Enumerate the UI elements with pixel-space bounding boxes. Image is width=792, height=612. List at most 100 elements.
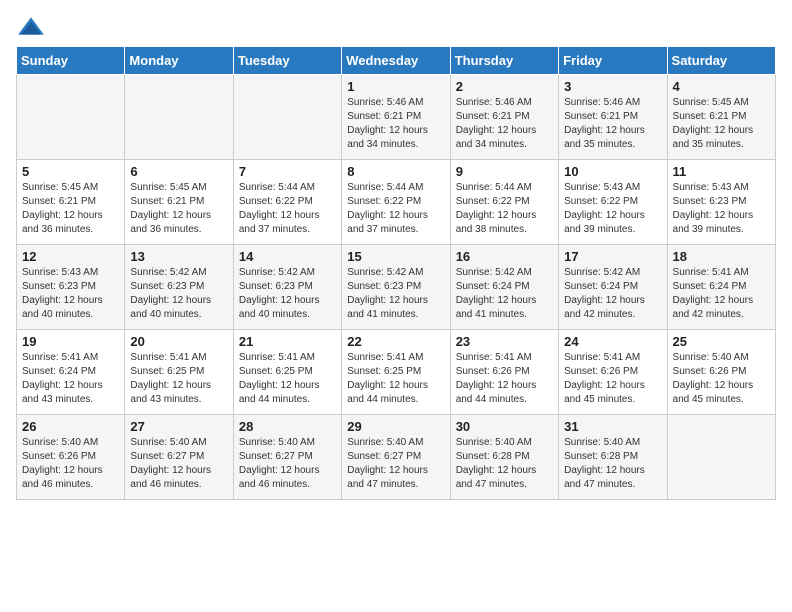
day-number: 3 (564, 79, 661, 94)
calendar-cell: 28 Sunrise: 5:40 AM Sunset: 6:27 PM Dayli… (233, 415, 341, 500)
calendar-cell: 9 Sunrise: 5:44 AM Sunset: 6:22 PM Daylig… (450, 160, 558, 245)
day-info: Sunrise: 5:46 AM Sunset: 6:21 PM Dayligh… (564, 96, 661, 152)
day-info: Sunrise: 5:43 AM Sunset: 6:23 PM Dayligh… (22, 266, 119, 322)
calendar-week-2: 5 Sunrise: 5:45 AM Sunset: 6:21 PM Daylig… (17, 160, 776, 245)
logo-icon (16, 16, 46, 36)
day-info: Sunrise: 5:42 AM Sunset: 6:24 PM Dayligh… (564, 266, 661, 322)
calendar-cell: 8Sunrise: 5:44 AM Sunset: 6:22 PM Daylig… (342, 160, 450, 245)
column-header-saturday: Saturday (667, 47, 775, 75)
day-info: Sunrise: 5:40 AM Sunset: 6:27 PM Dayligh… (239, 436, 336, 492)
calendar-week-4: 19 Sunrise: 5:41 AM Sunset: 6:24 PM Dayli… (17, 330, 776, 415)
calendar-week-5: 26 Sunrise: 5:40 AM Sunset: 6:26 PM Dayli… (17, 415, 776, 500)
calendar-cell: 12 Sunrise: 5:43 AM Sunset: 6:23 PM Dayli… (17, 245, 125, 330)
day-info: Sunrise: 5:44 AM Sunset: 6:22 PM Dayligh… (456, 181, 553, 237)
calendar-cell (667, 415, 775, 500)
calendar-cell: 25Sunrise: 5:40 AM Sunset: 6:26 PM Dayli… (667, 330, 775, 415)
calendar-cell: 6 Sunrise: 5:45 AM Sunset: 6:21 PM Daylig… (125, 160, 233, 245)
day-number: 17 (564, 249, 661, 264)
day-number: 1 (347, 79, 444, 94)
calendar-cell: 15 Sunrise: 5:42 AM Sunset: 6:23 PM Dayli… (342, 245, 450, 330)
day-number: 16 (456, 249, 553, 264)
calendar-cell: 16Sunrise: 5:42 AM Sunset: 6:24 PM Dayli… (450, 245, 558, 330)
calendar-cell: 11 Sunrise: 5:43 AM Sunset: 6:23 PM Dayli… (667, 160, 775, 245)
calendar-week-3: 12 Sunrise: 5:43 AM Sunset: 6:23 PM Dayli… (17, 245, 776, 330)
day-info: Sunrise: 5:41 AM Sunset: 6:24 PM Dayligh… (673, 266, 770, 322)
logo (16, 16, 50, 36)
calendar-cell: 1 Sunrise: 5:46 AM Sunset: 6:21 PM Daylig… (342, 75, 450, 160)
calendar-cell: 17 Sunrise: 5:42 AM Sunset: 6:24 PM Dayli… (559, 245, 667, 330)
day-number: 20 (130, 334, 227, 349)
day-number: 23 (456, 334, 553, 349)
day-info: Sunrise: 5:42 AM Sunset: 6:23 PM Dayligh… (347, 266, 444, 322)
calendar-cell: 24Sunrise: 5:41 AM Sunset: 6:26 PM Dayli… (559, 330, 667, 415)
day-number: 21 (239, 334, 336, 349)
calendar-cell: 19 Sunrise: 5:41 AM Sunset: 6:24 PM Dayli… (17, 330, 125, 415)
calendar-cell: 13 Sunrise: 5:42 AM Sunset: 6:23 PM Dayli… (125, 245, 233, 330)
day-number: 28 (239, 419, 336, 434)
day-info: Sunrise: 5:45 AM Sunset: 6:21 PM Dayligh… (22, 181, 119, 237)
day-number: 8 (347, 164, 444, 179)
calendar-cell: 10Sunrise: 5:43 AM Sunset: 6:22 PM Dayli… (559, 160, 667, 245)
calendar-cell: 30 Sunrise: 5:40 AM Sunset: 6:28 PM Dayli… (450, 415, 558, 500)
calendar-cell: 7 Sunrise: 5:44 AM Sunset: 6:22 PM Daylig… (233, 160, 341, 245)
day-info: Sunrise: 5:40 AM Sunset: 6:26 PM Dayligh… (673, 351, 770, 407)
day-info: Sunrise: 5:41 AM Sunset: 6:26 PM Dayligh… (456, 351, 553, 407)
calendar-cell: 4 Sunrise: 5:45 AM Sunset: 6:21 PM Daylig… (667, 75, 775, 160)
day-info: Sunrise: 5:41 AM Sunset: 6:25 PM Dayligh… (239, 351, 336, 407)
day-info: Sunrise: 5:43 AM Sunset: 6:22 PM Dayligh… (564, 181, 661, 237)
day-info: Sunrise: 5:40 AM Sunset: 6:27 PM Dayligh… (347, 436, 444, 492)
day-number: 18 (673, 249, 770, 264)
calendar-week-1: 1 Sunrise: 5:46 AM Sunset: 6:21 PM Daylig… (17, 75, 776, 160)
day-number: 5 (22, 164, 119, 179)
day-number: 27 (130, 419, 227, 434)
column-header-wednesday: Wednesday (342, 47, 450, 75)
day-info: Sunrise: 5:40 AM Sunset: 6:26 PM Dayligh… (22, 436, 119, 492)
calendar-header: SundayMondayTuesdayWednesdayThursdayFrid… (17, 47, 776, 75)
day-number: 9 (456, 164, 553, 179)
column-header-thursday: Thursday (450, 47, 558, 75)
day-info: Sunrise: 5:41 AM Sunset: 6:25 PM Dayligh… (347, 351, 444, 407)
day-number: 15 (347, 249, 444, 264)
day-number: 19 (22, 334, 119, 349)
day-info: Sunrise: 5:45 AM Sunset: 6:21 PM Dayligh… (673, 96, 770, 152)
day-number: 6 (130, 164, 227, 179)
day-info: Sunrise: 5:41 AM Sunset: 6:26 PM Dayligh… (564, 351, 661, 407)
day-number: 13 (130, 249, 227, 264)
day-number: 14 (239, 249, 336, 264)
page-header (16, 16, 776, 36)
calendar-body: 1 Sunrise: 5:46 AM Sunset: 6:21 PM Daylig… (17, 75, 776, 500)
calendar-cell: 18 Sunrise: 5:41 AM Sunset: 6:24 PM Dayli… (667, 245, 775, 330)
column-header-sunday: Sunday (17, 47, 125, 75)
calendar-table: SundayMondayTuesdayWednesdayThursdayFrid… (16, 46, 776, 500)
day-number: 30 (456, 419, 553, 434)
day-info: Sunrise: 5:44 AM Sunset: 6:22 PM Dayligh… (239, 181, 336, 237)
day-number: 31 (564, 419, 661, 434)
day-info: Sunrise: 5:45 AM Sunset: 6:21 PM Dayligh… (130, 181, 227, 237)
calendar-cell: 21 Sunrise: 5:41 AM Sunset: 6:25 PM Dayli… (233, 330, 341, 415)
calendar-cell: 23 Sunrise: 5:41 AM Sunset: 6:26 PM Dayli… (450, 330, 558, 415)
calendar-cell (17, 75, 125, 160)
calendar-cell: 3 Sunrise: 5:46 AM Sunset: 6:21 PM Daylig… (559, 75, 667, 160)
day-number: 11 (673, 164, 770, 179)
day-number: 26 (22, 419, 119, 434)
day-info: Sunrise: 5:43 AM Sunset: 6:23 PM Dayligh… (673, 181, 770, 237)
day-number: 7 (239, 164, 336, 179)
day-info: Sunrise: 5:41 AM Sunset: 6:24 PM Dayligh… (22, 351, 119, 407)
day-info: Sunrise: 5:40 AM Sunset: 6:28 PM Dayligh… (456, 436, 553, 492)
day-info: Sunrise: 5:46 AM Sunset: 6:21 PM Dayligh… (347, 96, 444, 152)
day-number: 29 (347, 419, 444, 434)
day-info: Sunrise: 5:41 AM Sunset: 6:25 PM Dayligh… (130, 351, 227, 407)
day-number: 12 (22, 249, 119, 264)
calendar-cell: 2Sunrise: 5:46 AM Sunset: 6:21 PM Daylig… (450, 75, 558, 160)
day-info: Sunrise: 5:42 AM Sunset: 6:23 PM Dayligh… (130, 266, 227, 322)
calendar-cell: 31Sunrise: 5:40 AM Sunset: 6:28 PM Dayli… (559, 415, 667, 500)
day-info: Sunrise: 5:40 AM Sunset: 6:27 PM Dayligh… (130, 436, 227, 492)
day-info: Sunrise: 5:46 AM Sunset: 6:21 PM Dayligh… (456, 96, 553, 152)
column-header-tuesday: Tuesday (233, 47, 341, 75)
calendar-cell: 20 Sunrise: 5:41 AM Sunset: 6:25 PM Dayli… (125, 330, 233, 415)
calendar-cell: 26 Sunrise: 5:40 AM Sunset: 6:26 PM Dayli… (17, 415, 125, 500)
day-number: 22 (347, 334, 444, 349)
day-number: 4 (673, 79, 770, 94)
calendar-cell: 27 Sunrise: 5:40 AM Sunset: 6:27 PM Dayli… (125, 415, 233, 500)
column-header-friday: Friday (559, 47, 667, 75)
